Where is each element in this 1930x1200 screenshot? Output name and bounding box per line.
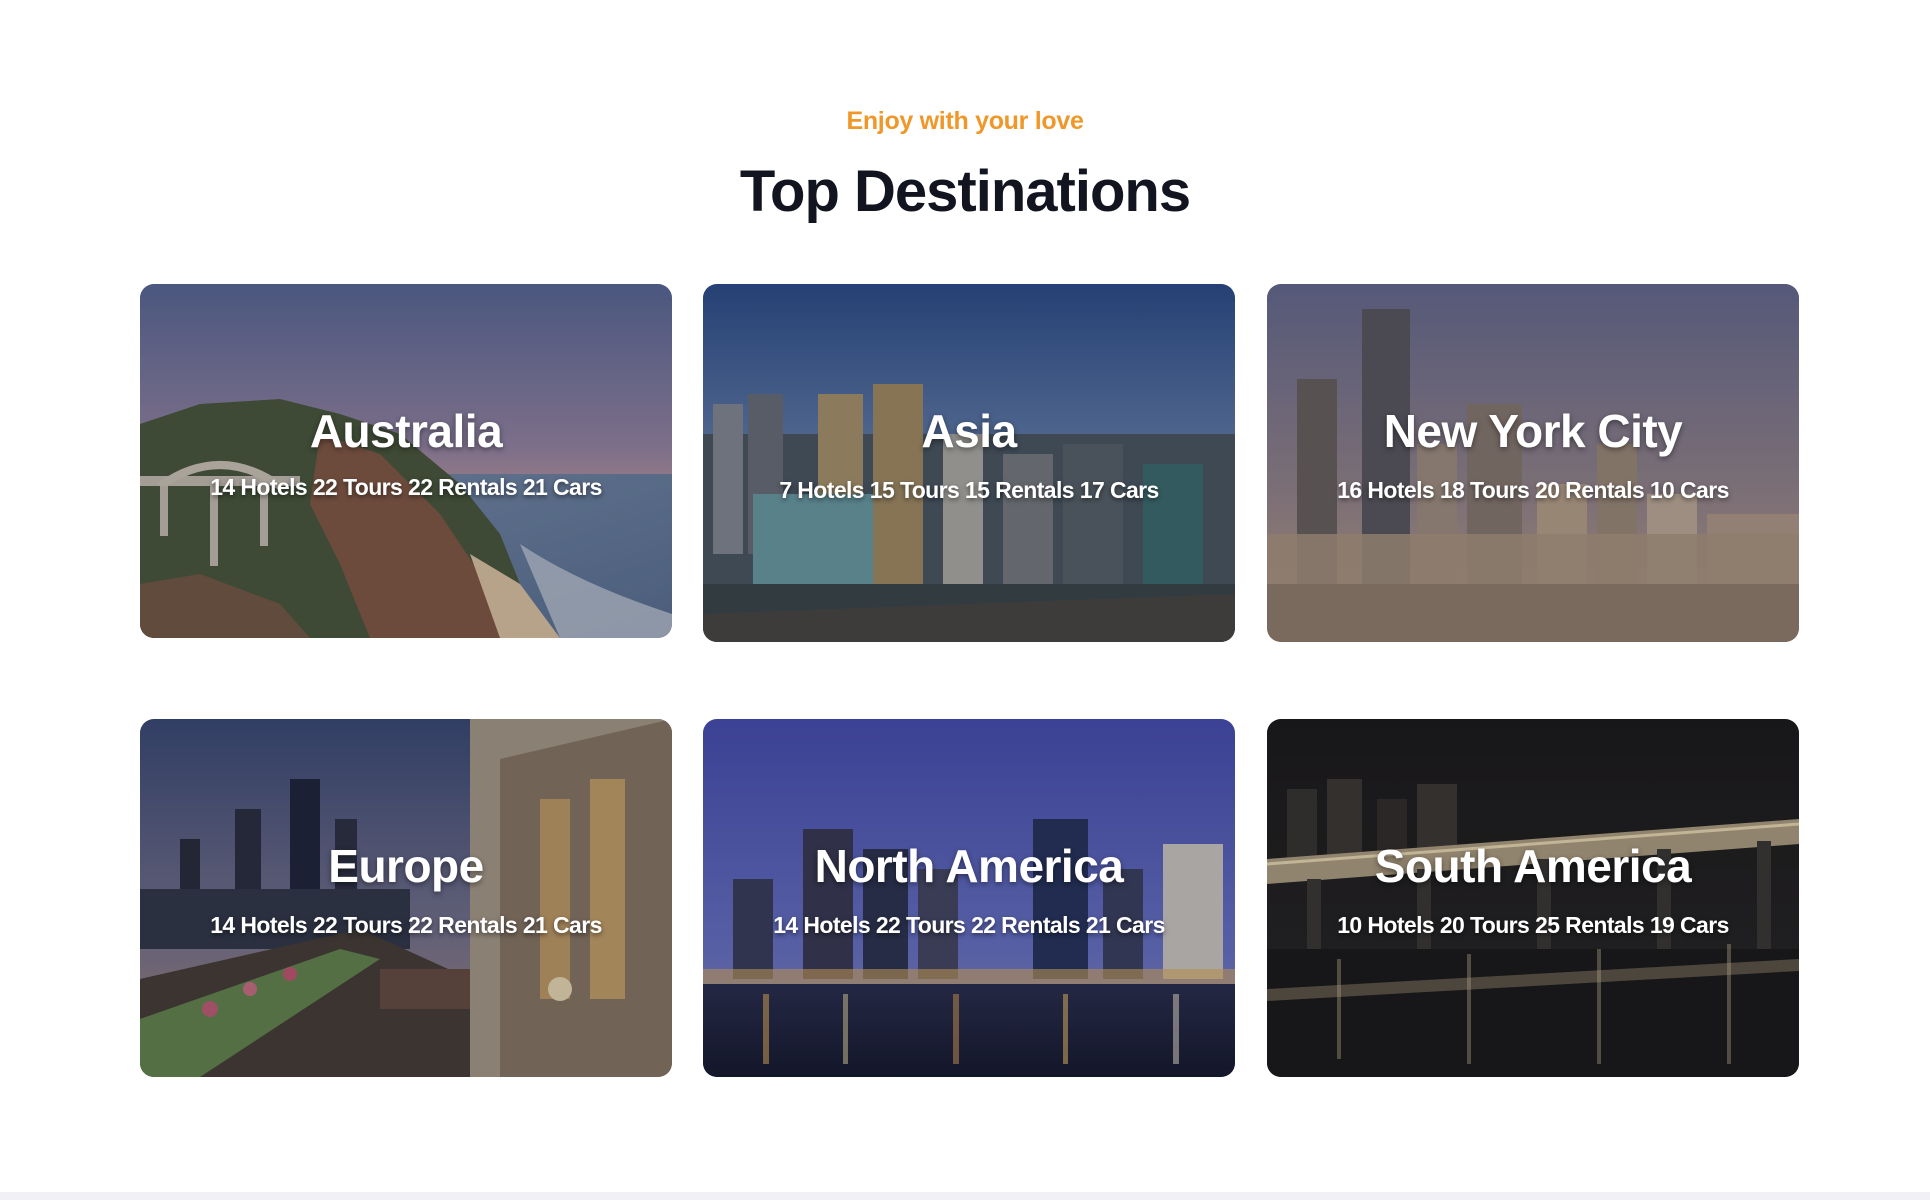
- top-destinations-section: Enjoy with your love Top Destinations Au…: [0, 0, 1930, 1192]
- section-eyebrow: Enjoy with your love: [846, 107, 1084, 135]
- footer-edge: [0, 1192, 1930, 1200]
- section-title: Top Destinations: [739, 159, 1191, 224]
- destination-card-europe[interactable]: Europe 14 Hotels 22 Tours 22 Rentals 21 …: [140, 719, 672, 1077]
- destination-stats: 14 Hotels 22 Tours 22 Rentals 21 Cars: [210, 912, 602, 938]
- destination-name: Europe: [328, 840, 484, 892]
- destination-stats: 10 Hotels 20 Tours 25 Rentals 19 Cars: [1337, 912, 1729, 938]
- destination-name: North America: [814, 840, 1124, 892]
- destination-stats: 16 Hotels 18 Tours 20 Rentals 10 Cars: [1337, 477, 1729, 503]
- destination-name: South America: [1374, 840, 1692, 892]
- destination-card-new-york-city[interactable]: New York City 16 Hotels 18 Tours 20 Rent…: [1267, 284, 1799, 642]
- destination-stats: 14 Hotels 22 Tours 22 Rentals 21 Cars: [773, 912, 1165, 938]
- destination-stats: 14 Hotels 22 Tours 22 Rentals 21 Cars: [210, 474, 602, 500]
- destination-card-north-america[interactable]: North America 14 Hotels 22 Tours 22 Rent…: [703, 719, 1235, 1077]
- destination-stats: 7 Hotels 15 Tours 15 Rentals 17 Cars: [779, 477, 1159, 503]
- destination-card-south-america[interactable]: South America 10 Hotels 20 Tours 25 Rent…: [1267, 719, 1799, 1077]
- destination-name: Asia: [921, 405, 1017, 457]
- destination-card-australia[interactable]: Australia 14 Hotels 22 Tours 22 Rentals …: [140, 284, 672, 638]
- destination-name: Australia: [309, 405, 503, 457]
- destination-card-asia[interactable]: Asia 7 Hotels 15 Tours 15 Rentals 17 Car…: [703, 284, 1235, 642]
- destination-name: New York City: [1383, 405, 1683, 457]
